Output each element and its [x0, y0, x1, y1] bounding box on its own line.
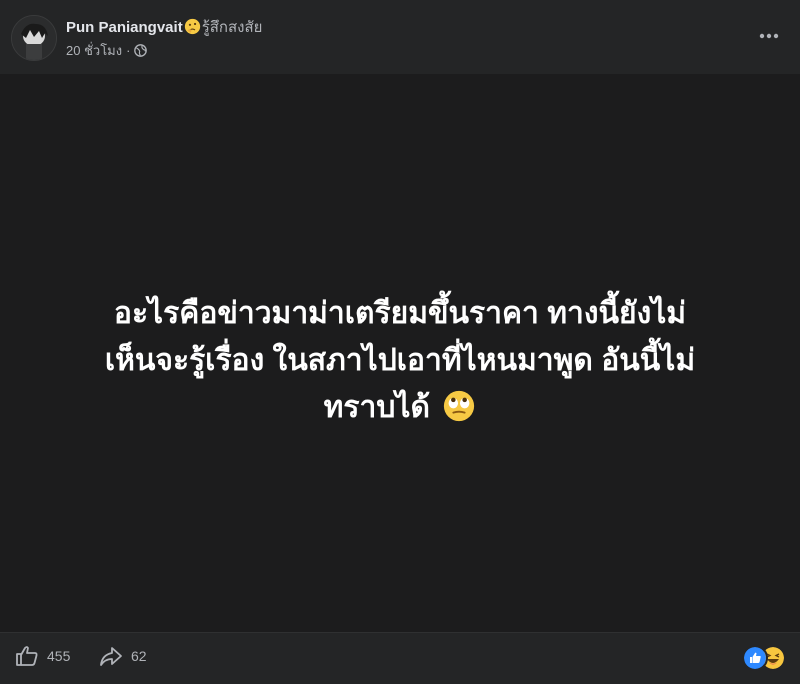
like-reaction-icon: [742, 645, 768, 671]
avatar[interactable]: [11, 15, 57, 61]
thumbs-up-icon: [16, 646, 38, 666]
share-button[interactable]: 62: [99, 645, 147, 667]
author-name[interactable]: Pun Paniangvait: [66, 19, 183, 36]
post-text-background: อะไรคือข่าวมาม่าเตรียมขึ้นราคา ทางนี้ยัง…: [0, 74, 800, 632]
post-text-line-1: อะไรคือข่าวมาม่าเตรียมขึ้นราคา ทางนี้ยัง…: [113, 297, 687, 330]
globe-icon[interactable]: [134, 44, 148, 57]
post-timestamp[interactable]: 20 ชั่วโมง: [66, 40, 122, 61]
share-count: 62: [131, 648, 147, 664]
like-button[interactable]: 455: [15, 645, 70, 667]
reaction-summary[interactable]: [742, 645, 786, 671]
eye-roll-emoji-icon: [444, 390, 475, 422]
post-footer: 455 62: [0, 632, 800, 684]
feeling-label[interactable]: รู้สึกสงสัย: [202, 19, 263, 36]
post-text-line-3: ทราบได้: [323, 391, 430, 424]
more-options-button[interactable]: [756, 26, 782, 46]
like-count: 455: [47, 648, 71, 664]
thinking-emoji-icon: [184, 18, 200, 35]
meta-separator: ·: [126, 43, 131, 58]
post-header: Pun Paniangvait รู้สึกสงสัย 20 ชั่วโมง ·: [0, 0, 800, 74]
post-text-line-2: เห็นจะรู้เรื่อง ในสภาไปเอาที่ไหนมาพูด อั…: [104, 344, 696, 377]
more-icon: [759, 33, 779, 39]
share-icon: [100, 647, 122, 666]
post-text-line-3-row: ทราบได้: [30, 384, 770, 431]
post-text: อะไรคือข่าวมาม่าเตรียมขึ้นราคา ทางนี้ยัง…: [30, 290, 770, 431]
